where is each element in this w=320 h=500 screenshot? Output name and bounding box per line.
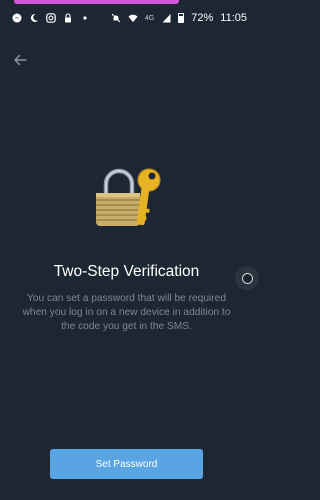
network-type: 4G <box>144 14 155 22</box>
battery-icon <box>178 13 185 23</box>
moon-icon <box>29 13 39 23</box>
page-title: Two-Step Verification <box>53 263 200 280</box>
status-time: 11:05 <box>220 12 247 24</box>
messenger-icon <box>12 13 22 23</box>
bubble-icon <box>241 272 253 284</box>
arrow-left-icon <box>14 54 27 66</box>
set-password-button[interactable]: Set Password <box>50 449 203 479</box>
page-description: You can set a password that will be requ… <box>22 293 231 332</box>
lock-and-key-icon <box>92 162 162 232</box>
status-right: 4G 72% 11:05 <box>111 12 247 24</box>
floating-bubble[interactable] <box>235 266 259 290</box>
dot-icon <box>80 13 90 23</box>
status-left <box>12 13 90 23</box>
mute-icon <box>111 13 121 23</box>
wifi-icon <box>128 13 138 23</box>
status-bar: 4G 72% 11:05 <box>0 4 253 32</box>
signal-icon <box>161 13 171 23</box>
back-button[interactable] <box>10 50 30 70</box>
instagram-icon <box>46 13 56 23</box>
lock-icon <box>63 13 73 23</box>
battery-percentage: 72% <box>191 12 214 24</box>
